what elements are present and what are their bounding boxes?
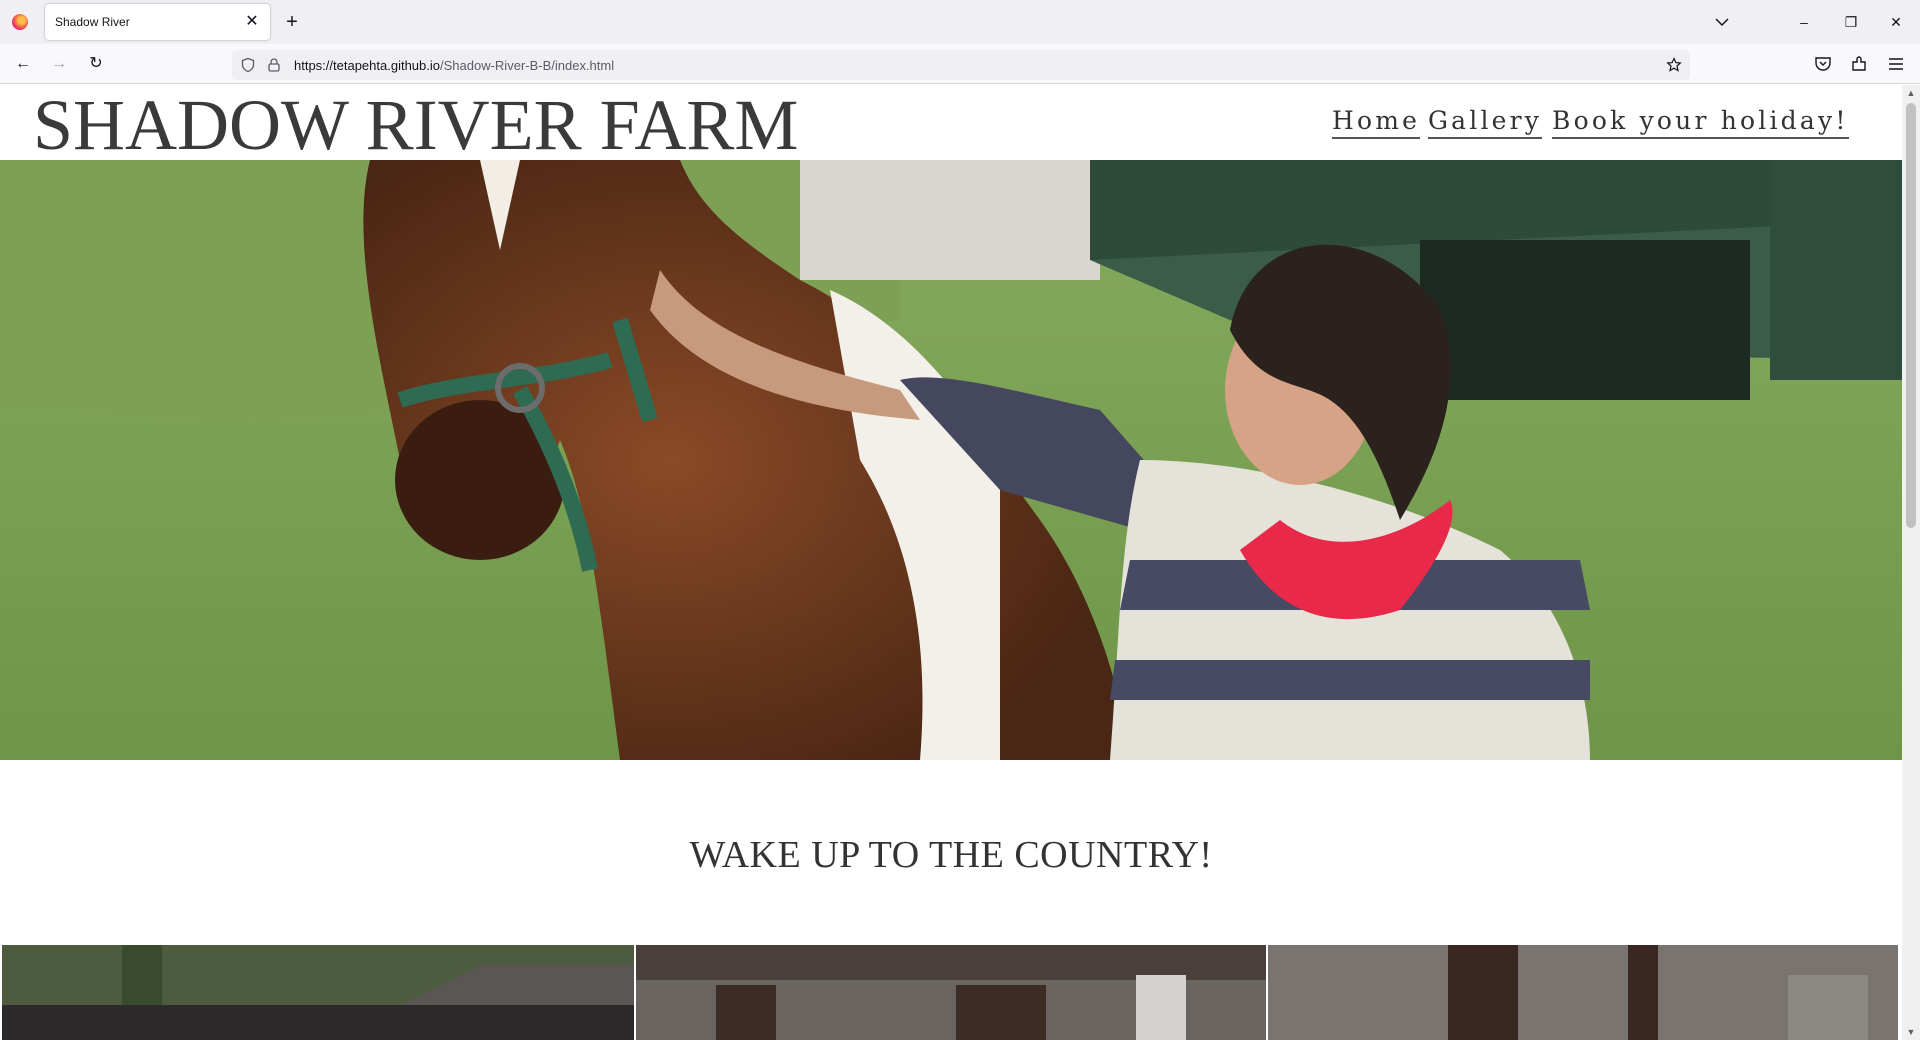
list-all-tabs-icon[interactable] bbox=[1712, 12, 1732, 32]
bookmark-star-icon[interactable] bbox=[1666, 57, 1682, 73]
scroll-up-icon[interactable]: ▲ bbox=[1902, 85, 1920, 101]
nav-home-link[interactable]: Home bbox=[1332, 105, 1421, 139]
menu-icon[interactable] bbox=[1886, 54, 1906, 74]
firefox-icon bbox=[12, 14, 28, 30]
thumbnail-photo bbox=[636, 945, 1266, 1040]
minimize-button[interactable]: – bbox=[1792, 10, 1816, 34]
gallery-thumbnail[interactable] bbox=[2, 945, 634, 1040]
hero-photo bbox=[0, 160, 1902, 760]
browser-tab[interactable]: Shadow River ✕ bbox=[45, 4, 270, 40]
restore-button[interactable]: ❐ bbox=[1839, 10, 1863, 34]
site-brand[interactable]: SHADOW RIVER FARM bbox=[33, 87, 798, 163]
gallery-thumbnail[interactable] bbox=[1268, 945, 1898, 1040]
forward-button[interactable]: → bbox=[47, 52, 71, 76]
reload-button[interactable]: ↻ bbox=[84, 52, 108, 76]
browser-nav-bar: ← → ↻ https://tetapehta.github.io/Shadow… bbox=[0, 44, 1920, 84]
extensions-icon[interactable] bbox=[1849, 54, 1869, 74]
url-bar[interactable]: https://tetapehta.github.io/Shadow-River… bbox=[232, 50, 1690, 80]
close-tab-icon[interactable]: ✕ bbox=[242, 12, 262, 32]
new-tab-button[interactable]: + bbox=[280, 10, 304, 34]
url-path: /Shadow-River-B-B/index.html bbox=[440, 58, 615, 73]
hero-image bbox=[0, 160, 1902, 760]
close-window-button[interactable]: ✕ bbox=[1884, 10, 1908, 34]
section-title: WAKE UP TO THE COUNTRY! bbox=[689, 834, 1213, 876]
back-button[interactable]: ← bbox=[11, 52, 35, 76]
nav-gallery-link[interactable]: Gallery bbox=[1428, 105, 1543, 139]
web-page: SHADOW RIVER FARM Home Gallery Book your… bbox=[0, 85, 1902, 1040]
nav-book-holiday-link[interactable]: Book your holiday! bbox=[1552, 105, 1849, 139]
scrollbar-thumb[interactable] bbox=[1906, 103, 1916, 528]
scroll-down-icon[interactable]: ▼ bbox=[1902, 1024, 1920, 1040]
page-scrollbar[interactable]: ▲ ▼ bbox=[1902, 85, 1920, 1040]
pocket-icon[interactable] bbox=[1813, 54, 1833, 74]
gallery-thumbnail[interactable] bbox=[636, 945, 1266, 1040]
tab-title: Shadow River bbox=[55, 15, 130, 29]
lock-icon[interactable] bbox=[266, 57, 282, 73]
thumbnail-photo bbox=[1268, 945, 1898, 1040]
shield-icon[interactable] bbox=[240, 57, 256, 73]
url-host: https://tetapehta.github.io bbox=[294, 58, 440, 73]
thumbnail-photo bbox=[2, 945, 634, 1040]
browser-tab-bar: Shadow River ✕ + – ❐ ✕ bbox=[0, 0, 1920, 44]
site-header: SHADOW RIVER FARM Home Gallery Book your… bbox=[0, 85, 1902, 163]
url-text[interactable]: https://tetapehta.github.io/Shadow-River… bbox=[294, 58, 614, 73]
